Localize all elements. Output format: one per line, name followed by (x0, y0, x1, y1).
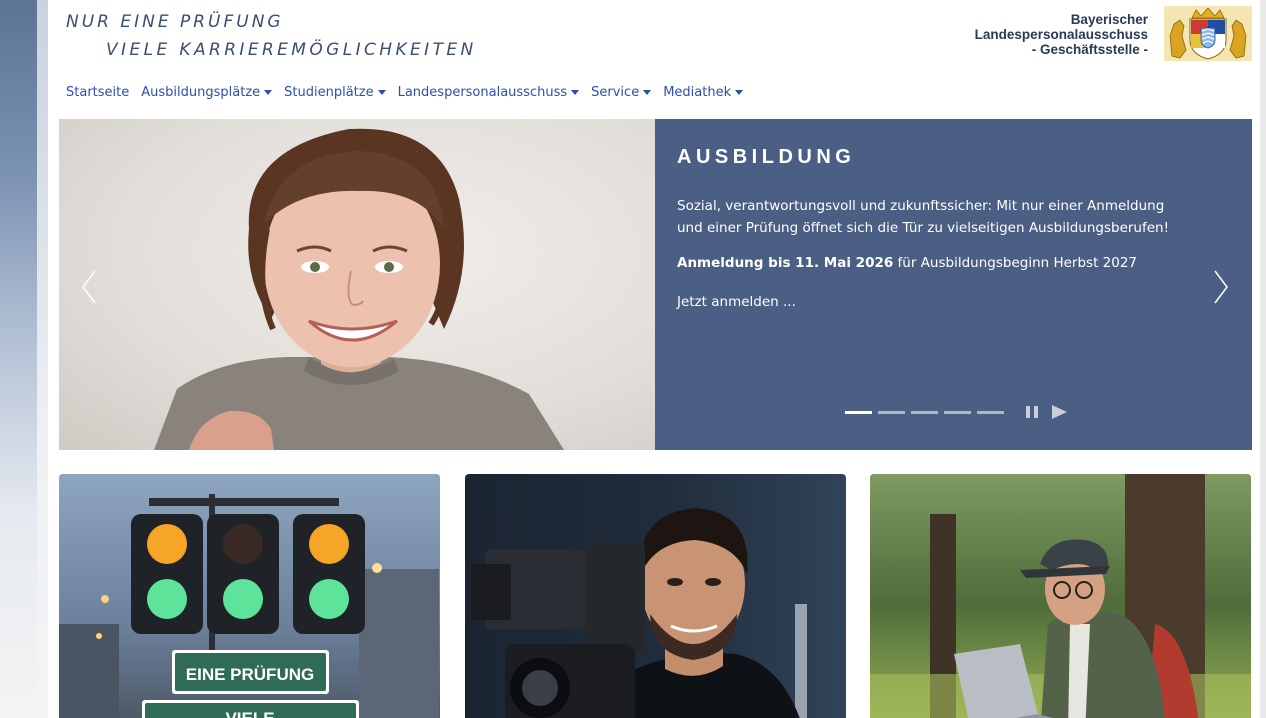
hero-image (59, 119, 655, 450)
smiling-woman-illustration (154, 128, 564, 450)
caret-down-icon (377, 90, 386, 95)
bavarian-coat-of-arms-icon[interactable] (1164, 6, 1252, 61)
nav-label: Mediathek (663, 85, 732, 100)
deadline-bold: Anmeldung bis 11. Mai 2026 (677, 255, 894, 271)
carousel-next-arrow-icon[interactable] (1211, 267, 1231, 307)
hero-text-panel: AUSBILDUNG Sozial, verantwortungsvoll un… (655, 119, 1252, 450)
nav-label: Ausbildungsplätze (141, 85, 261, 100)
right-edge (1260, 0, 1266, 718)
register-now-link[interactable]: Jetzt anmelden ... (677, 294, 796, 310)
tagline-line2: VIELE KARRIEREMÖGLICHKEITEN (106, 40, 477, 60)
pause-icon[interactable] (1024, 404, 1040, 420)
nav-label: Studienplätze (284, 85, 374, 100)
sign-text-exam: EINE PRÜFUNG (186, 665, 314, 684)
traffic-light-sign-image: EINE PRÜFUNG VIELE (59, 474, 440, 718)
hero-description: Sozial, verantwortungsvoll und zukunftss… (677, 198, 1170, 236)
carousel-indicator-5[interactable] (977, 410, 1004, 414)
caret-down-icon (643, 90, 652, 95)
teaser-card-media[interactable] (465, 474, 846, 718)
nav-item-service[interactable]: Service (591, 85, 663, 100)
student-laptop-image (870, 474, 1251, 718)
tagline-line1: NUR EINE PRÜFUNG (66, 12, 284, 32)
nav-item-ausbildungsplaetze[interactable]: Ausbildungsplätze (141, 85, 284, 100)
nav-item-startseite[interactable]: Startseite (66, 85, 141, 100)
nav-label: Landespersonalausschuss (397, 85, 568, 100)
play-icon[interactable] (1050, 404, 1068, 420)
sign-text-many: VIELE (225, 709, 274, 718)
carousel-indicator-4[interactable] (944, 410, 971, 414)
org-line2: Landespersonalausschuss (974, 27, 1148, 42)
teaser-card-exam[interactable]: EINE PRÜFUNG VIELE (59, 474, 440, 718)
caret-down-icon (571, 90, 580, 95)
nav-item-studienplaetze[interactable]: Studienplätze (284, 85, 397, 100)
organization-name[interactable]: Bayerischer Landespersonalausschuss - Ge… (975, 12, 1148, 57)
teaser-card-study[interactable] (870, 474, 1251, 718)
carousel-prev-arrow-icon[interactable] (79, 267, 99, 307)
org-line3: - Geschäftsstelle - (1031, 42, 1148, 57)
org-line1: Bayerischer (1070, 12, 1148, 27)
nav-label: Startseite (66, 85, 130, 100)
carousel-indicators (845, 404, 1068, 420)
caret-down-icon (735, 90, 744, 95)
carousel-indicator-1[interactable] (845, 410, 872, 414)
hero-registration-deadline: Anmeldung bis 11. Mai 2026 für Ausbildun… (677, 255, 1137, 271)
nav-item-landespersonalausschuss[interactable]: Landespersonalausschuss (398, 85, 592, 100)
deadline-rest: für Ausbildungsbeginn Herbst 2027 (893, 255, 1138, 271)
carousel-indicator-2[interactable] (878, 410, 905, 414)
main-navigation: Startseite Ausbildungsplätze Studienplät… (66, 85, 755, 100)
site-tagline[interactable]: NUR EINE PRÜFUNG VIELE KARRIEREMÖGLICHKE… (66, 12, 477, 60)
nav-item-mediathek[interactable]: Mediathek (663, 85, 755, 100)
caret-down-icon (264, 90, 273, 95)
left-background-band (0, 0, 48, 718)
nav-label: Service (591, 85, 640, 100)
page: NUR EINE PRÜFUNG VIELE KARRIEREMÖGLICHKE… (48, 0, 1260, 718)
cameraman-image (471, 508, 807, 718)
carousel-indicator-3[interactable] (911, 410, 938, 414)
hero-title: AUSBILDUNG (677, 146, 856, 168)
hero-carousel: AUSBILDUNG Sozial, verantwortungsvoll un… (59, 119, 1252, 450)
